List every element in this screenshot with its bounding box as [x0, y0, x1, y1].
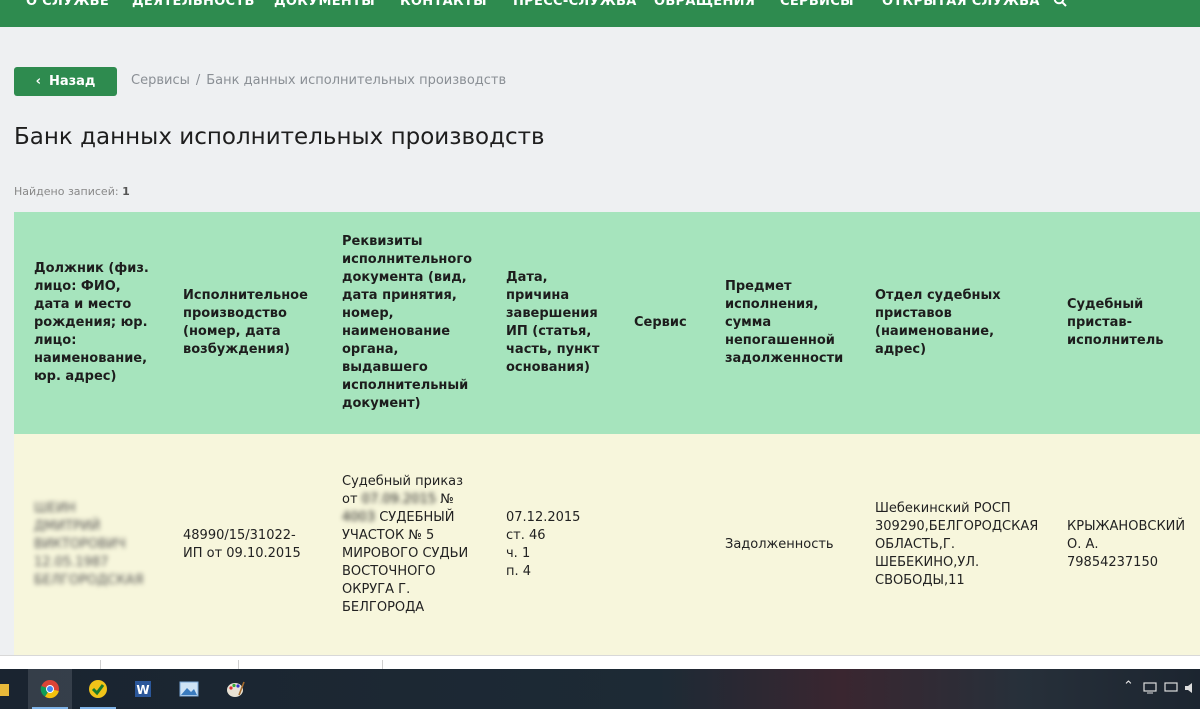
taskbar-photo-viewer[interactable] [167, 669, 211, 709]
page-title: Банк данных исполнительных производств [14, 124, 545, 150]
top-navigation: О СЛУЖБЕ ДЕЯТЕЛЬНОСТЬ ДОКУМЕНТЫ КОНТАКТЫ… [0, 0, 1200, 27]
taskbar-file-explorer[interactable] [0, 669, 22, 709]
photo-viewer-icon [179, 681, 199, 697]
back-button-label: Назад [48, 74, 96, 89]
header-department: Отдел судебных приставов (наименование, … [875, 288, 1001, 357]
records-found: Найдено записей: 1 [14, 185, 130, 198]
cell-debtor: ШЕИН ДМИТРИЙ ВИКТОРОВИЧ 12.05.1987 БЕЛГО… [34, 500, 144, 588]
nav-item-open-service[interactable]: ОТКРЫТАЯ СЛУЖБА [882, 0, 1040, 9]
breadcrumb-item-current: Банк данных исполнительных производств [206, 73, 507, 88]
taskbar-paint[interactable] [213, 669, 257, 709]
back-button[interactable]: ‹ Назад [14, 67, 117, 96]
chrome-icon [40, 680, 59, 699]
search-icon[interactable] [1053, 0, 1067, 7]
nav-item-activity[interactable]: ДЕЯТЕЛЬНОСТЬ [132, 0, 255, 9]
nav-item-about[interactable]: О СЛУЖБЕ [26, 0, 109, 9]
table-row: ШЕИН ДМИТРИЙ ВИКТОРОВИЧ 12.05.1987 БЕЛГО… [14, 434, 1200, 655]
cell-document: Судебный приказ от 07.09.2015 № 4003 СУД… [342, 473, 469, 615]
taskbar-word[interactable]: W [121, 669, 165, 709]
records-found-count: 1 [122, 185, 130, 198]
paint-icon [227, 681, 245, 697]
nav-item-contacts[interactable]: КОНТАКТЫ [400, 0, 487, 9]
word-icon: W [135, 681, 151, 697]
header-bailiff: Судебный пристав-исполнитель [1067, 297, 1164, 348]
header-subject: Предмет исполнения, сумма непогашенной з… [725, 279, 844, 366]
table-footer-divider [0, 655, 1200, 670]
cell-department: Шебекинский РОСП 309290,БЕЛГОРОДСКАЯ ОБЛ… [875, 500, 1039, 588]
file-explorer-icon [0, 684, 9, 696]
taskbar-chrome[interactable] [28, 669, 72, 709]
cell-proceeding: 48990/15/31022-ИП от 09.10.2015 [183, 527, 301, 561]
nav-item-press[interactable]: ПРЕСС-СЛУЖБА [513, 0, 637, 9]
header-completion: Дата, причина завершения ИП (статья, час… [506, 270, 600, 375]
header-proceeding: Исполнительное производство (номер, дата… [183, 288, 308, 357]
breadcrumb-separator: / [195, 73, 201, 88]
antivirus-icon [89, 680, 107, 698]
chevron-up-icon[interactable]: ⌃ [1123, 679, 1134, 694]
nav-item-services[interactable]: СЕРВИСЫ [780, 0, 854, 9]
breadcrumb-item-services[interactable]: Сервисы [131, 73, 190, 88]
volume-icon[interactable] [1184, 681, 1198, 695]
nav-item-documents[interactable]: ДОКУМЕНТЫ [274, 0, 375, 9]
cell-bailiff: КРЫЖАНОВСКИЙ О. А. 79854237150 [1067, 518, 1186, 570]
cell-completion: 07.12.2015 ст. 46 ч. 1 п. 4 [506, 509, 581, 579]
table-header: Должник (физ. лицо: ФИО, дата и место ро… [14, 212, 1200, 434]
svg-text:W: W [136, 683, 149, 697]
header-debtor: Должник (физ. лицо: ФИО, дата и место ро… [34, 261, 149, 384]
monitor-icon[interactable] [1164, 682, 1178, 694]
network-icon[interactable] [1143, 682, 1157, 694]
chevron-left-icon: ‹ [35, 74, 41, 89]
header-service: Сервис [634, 315, 687, 330]
header-document: Реквизиты исполнительного документа (вид… [342, 234, 473, 411]
cell-subject: Задолженность [725, 536, 834, 552]
nav-item-appeals[interactable]: ОБРАЩЕНИЯ [654, 0, 755, 9]
records-found-label: Найдено записей: [14, 185, 119, 198]
breadcrumb: Сервисы / Банк данных исполнительных произ… [131, 73, 506, 88]
taskbar: W ⌃ [0, 669, 1200, 709]
cell-service [634, 434, 704, 655]
taskbar-antivirus[interactable] [76, 669, 120, 709]
